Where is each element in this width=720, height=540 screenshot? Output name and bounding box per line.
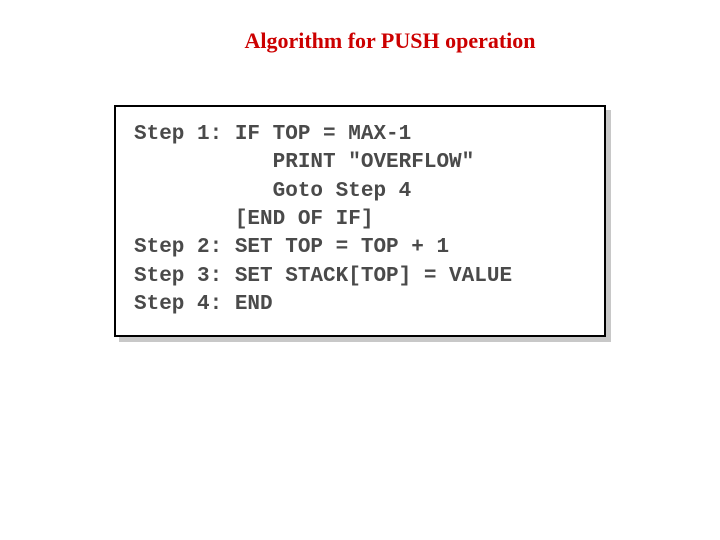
step-label: Step 1: (134, 123, 222, 146)
step-body: IF TOP = MAX-1 (222, 123, 411, 146)
step-body: PRINT "OVERFLOW" (134, 151, 474, 174)
step-body: SET TOP = TOP + 1 (222, 236, 449, 259)
step-body: SET STACK[TOP] = VALUE (222, 265, 512, 288)
step-body: Goto Step 4 (134, 180, 411, 203)
algorithm-text: Step 1: IF TOP = MAX-1 PRINT "OVERFLOW" … (134, 121, 586, 319)
step-body: [END OF IF] (134, 208, 373, 231)
page-title: Algorithm for PUSH operation (0, 28, 720, 54)
algorithm-container: Step 1: IF TOP = MAX-1 PRINT "OVERFLOW" … (114, 105, 606, 337)
step-label: Step 2: (134, 236, 222, 259)
step-body: END (222, 293, 272, 316)
step-label: Step 4: (134, 293, 222, 316)
algorithm-box: Step 1: IF TOP = MAX-1 PRINT "OVERFLOW" … (114, 105, 606, 337)
step-label: Step 3: (134, 265, 222, 288)
